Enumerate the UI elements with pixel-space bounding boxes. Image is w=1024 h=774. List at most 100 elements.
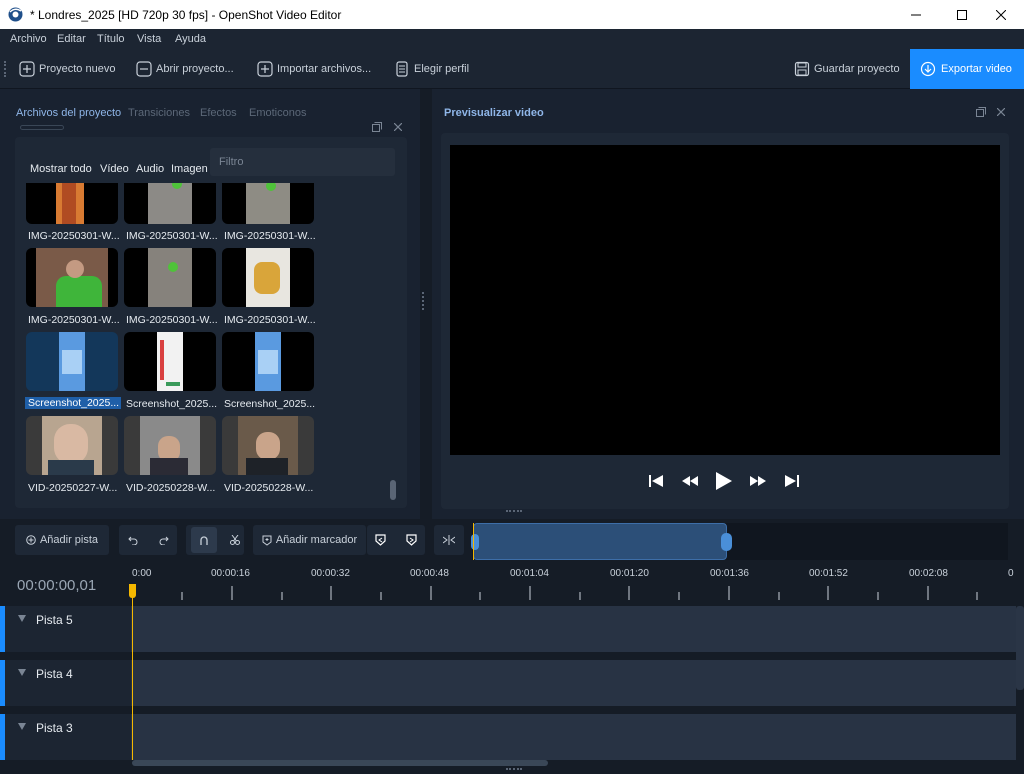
save-project-button[interactable]: Guardar proyecto — [794, 49, 900, 89]
center-playhead-icon — [443, 535, 455, 545]
close-preview-icon[interactable] — [997, 108, 1005, 116]
choose-profile-button[interactable]: Elegir perfil — [394, 49, 469, 89]
new-project-icon — [19, 61, 35, 77]
import-files-button[interactable]: Importar archivos... — [257, 49, 371, 89]
menu-vista[interactable]: Vista — [137, 33, 161, 45]
previous-marker-icon[interactable] — [375, 534, 386, 546]
open-project-button[interactable]: Abrir proyecto... — [136, 49, 234, 89]
snap-razor-group — [186, 525, 244, 555]
menu-bar: Archivo Editar Título Vista Ayuda — [0, 29, 1024, 49]
add-track-button[interactable]: Añadir pista — [15, 525, 109, 555]
file-thumbnail[interactable] — [222, 248, 314, 307]
close-panel-icon[interactable] — [394, 123, 402, 131]
choose-profile-label: Elegir perfil — [414, 63, 470, 75]
menu-ayuda[interactable]: Ayuda — [175, 33, 206, 45]
menu-titulo[interactable]: Título — [97, 33, 125, 45]
float-panel-icon[interactable] — [372, 122, 382, 132]
file-name: VID-20250227-W... — [28, 482, 118, 494]
float-preview-icon[interactable] — [976, 107, 986, 117]
filter-video[interactable]: Vídeo — [100, 163, 129, 175]
add-marker-button[interactable]: Añadir marcador — [253, 525, 366, 555]
add-track-icon — [26, 535, 36, 545]
splitter-handle[interactable] — [422, 292, 425, 310]
file-name: IMG-20250301-W... — [126, 230, 218, 242]
import-files-label: Importar archivos... — [277, 63, 372, 75]
tab-emojis[interactable]: Emoticonos — [249, 107, 306, 119]
video-preview-screen[interactable] — [450, 145, 1000, 455]
fast-forward-icon[interactable] — [750, 476, 766, 486]
jump-end-icon[interactable] — [785, 474, 799, 488]
track-name: Pista 4 — [36, 667, 73, 681]
tab-transitions[interactable]: Transiciones — [128, 107, 190, 119]
menu-editar[interactable]: Editar — [57, 33, 86, 45]
filter-image[interactable]: Imagen — [171, 163, 208, 175]
file-thumbnail[interactable] — [26, 248, 118, 307]
ruler-tick-label: 00:01:04 — [510, 568, 549, 579]
next-marker-icon[interactable] — [406, 534, 417, 546]
export-video-button[interactable]: Exportar video — [910, 49, 1024, 89]
splitter-handle-horizontal[interactable] — [506, 510, 522, 513]
file-name: IMG-20250301-W... — [126, 314, 218, 326]
razor-icon[interactable] — [229, 535, 240, 545]
chevron-down-icon[interactable] — [17, 613, 27, 623]
track-header[interactable]: Pista 4 — [0, 660, 131, 706]
file-name: Screenshot_2025... — [126, 398, 218, 410]
track-header[interactable]: Pista 3 — [0, 714, 131, 760]
zoom-handle-right[interactable] — [721, 533, 732, 551]
zoom-playhead — [473, 523, 474, 560]
ruler-tick-label: 00:02:08 — [909, 568, 948, 579]
file-name: IMG-20250301-W... — [28, 230, 120, 242]
file-thumbnail[interactable] — [26, 416, 118, 475]
menu-archivo[interactable]: Archivo — [10, 33, 47, 45]
minimize-button[interactable] — [893, 0, 939, 29]
zoom-range-selector[interactable] — [473, 523, 727, 560]
file-name: IMG-20250301-W... — [224, 230, 316, 242]
file-thumbnail[interactable] — [124, 332, 216, 391]
ruler-tick-label: 00:01:36 — [710, 568, 749, 579]
tab-effects[interactable]: Efectos — [200, 107, 237, 119]
toolbar-grip[interactable] — [4, 61, 7, 77]
file-thumbnail[interactable] — [222, 332, 314, 391]
snap-icon[interactable] — [190, 527, 217, 553]
track-row[interactable] — [0, 714, 1016, 760]
jump-start-icon[interactable] — [649, 474, 663, 488]
tracks-vertical-scrollbar[interactable] — [1016, 606, 1024, 690]
track-name: Pista 3 — [36, 721, 73, 735]
rewind-icon[interactable] — [682, 476, 698, 486]
file-thumbnail[interactable] — [222, 416, 314, 475]
play-icon[interactable] — [716, 472, 732, 490]
timecode-display: 00:00:00,01 — [17, 577, 97, 594]
file-thumbnail[interactable] — [124, 183, 216, 224]
file-thumbnail[interactable] — [26, 332, 118, 391]
chevron-down-icon[interactable] — [17, 721, 27, 731]
file-thumbnail[interactable] — [26, 183, 118, 224]
filter-input[interactable] — [210, 148, 395, 176]
chevron-down-icon[interactable] — [17, 667, 27, 677]
files-scrollbar[interactable] — [390, 480, 396, 500]
ruler-tick-label: 00:01:20 — [610, 568, 649, 579]
open-project-icon — [136, 61, 152, 77]
file-thumbnail[interactable] — [124, 248, 216, 307]
thumbnail-row-1 — [26, 183, 316, 224]
tab-project-files[interactable]: Archivos del proyecto — [16, 107, 121, 119]
file-thumbnail[interactable] — [222, 183, 314, 224]
track-row[interactable] — [0, 606, 1016, 652]
bottom-grip[interactable] — [506, 768, 522, 771]
ruler-tick-label: 00:01:52 — [809, 568, 848, 579]
undo-redo-group — [119, 525, 177, 555]
center-playhead-button[interactable] — [434, 525, 464, 555]
new-project-button[interactable]: Proyecto nuevo — [19, 49, 115, 89]
tracks-horizontal-scrollbar[interactable] — [132, 760, 548, 766]
file-name: Screenshot_2025... — [224, 398, 316, 410]
ruler-end-mark: 0 — [1008, 568, 1014, 579]
filter-audio[interactable]: Audio — [136, 163, 164, 175]
close-button[interactable] — [978, 0, 1024, 29]
playhead-line — [132, 584, 133, 760]
playhead-handle[interactable] — [129, 584, 136, 598]
undo-icon[interactable] — [127, 535, 138, 545]
redo-icon[interactable] — [159, 535, 169, 545]
track-header[interactable]: Pista 5 — [0, 606, 131, 652]
filter-show-all[interactable]: Mostrar todo — [30, 163, 92, 175]
file-thumbnail[interactable] — [124, 416, 216, 475]
track-row[interactable] — [0, 660, 1016, 706]
